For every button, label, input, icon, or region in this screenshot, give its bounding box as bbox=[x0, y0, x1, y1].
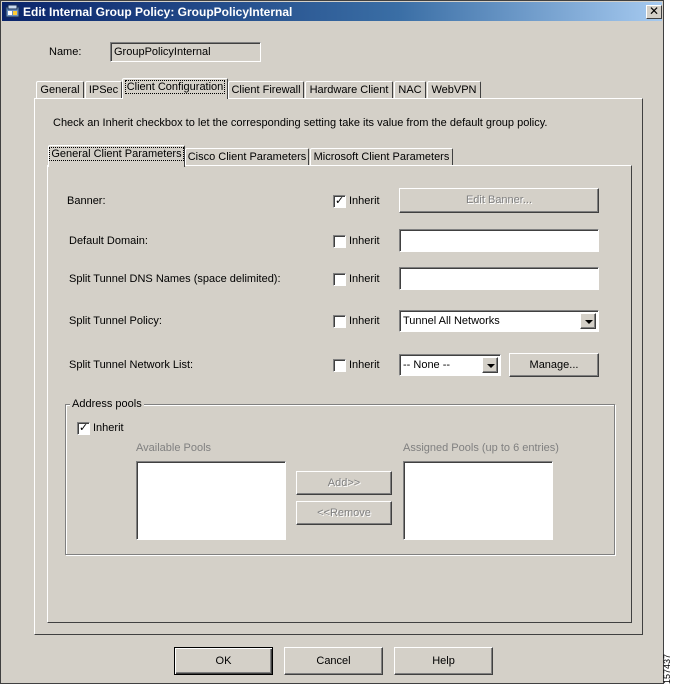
tab-general[interactable]: General bbox=[36, 81, 84, 99]
add-button[interactable]: Add>> bbox=[296, 471, 392, 495]
tab-ipsec[interactable]: IPSec bbox=[85, 81, 122, 99]
default-domain-inherit-checkbox[interactable] bbox=[333, 235, 346, 248]
chevron-down-icon bbox=[585, 320, 593, 324]
instruction-text: Check an Inherit checkbox to let the cor… bbox=[53, 117, 548, 129]
window-title: Edit Internal Group Policy: GroupPolicyI… bbox=[23, 5, 293, 19]
split-list-label: Split Tunnel Network List: bbox=[69, 359, 194, 371]
banner-label: Banner: bbox=[67, 195, 106, 207]
check-icon: ✓ bbox=[335, 194, 345, 207]
assigned-pools-label: Assigned Pools (up to 6 entries) bbox=[403, 442, 559, 454]
subtab-microsoft-client-parameters[interactable]: Microsoft Client Parameters bbox=[310, 148, 453, 166]
address-pools-legend: Address pools bbox=[70, 398, 144, 410]
tab-webvpn[interactable]: WebVPN bbox=[427, 81, 481, 99]
default-domain-inherit-label: Inherit bbox=[349, 235, 380, 247]
split-list-value: -- None -- bbox=[403, 359, 451, 371]
split-list-select[interactable]: -- None -- bbox=[399, 354, 501, 376]
assigned-pools-list[interactable] bbox=[403, 461, 553, 540]
figure-code-text: 157437 bbox=[662, 653, 673, 685]
split-policy-dropdown-button[interactable] bbox=[580, 313, 596, 329]
split-dns-inherit-label: Inherit bbox=[349, 273, 380, 285]
check-icon: ✓ bbox=[79, 421, 89, 434]
default-domain-label: Default Domain: bbox=[69, 235, 148, 247]
split-policy-select[interactable]: Tunnel All Networks bbox=[399, 310, 599, 332]
tab-client-configuration[interactable]: Client Configuration bbox=[122, 78, 228, 99]
close-icon: ✕ bbox=[648, 4, 660, 18]
title-bar[interactable]: Edit Internal Group Policy: GroupPolicyI… bbox=[2, 2, 662, 21]
tab-nac-label: NAC bbox=[398, 84, 422, 96]
split-dns-input[interactable] bbox=[399, 267, 599, 290]
tab-nac[interactable]: NAC bbox=[394, 81, 426, 99]
split-policy-value: Tunnel All Networks bbox=[403, 315, 500, 327]
subtab-cisco-client-parameters[interactable]: Cisco Client Parameters bbox=[185, 148, 309, 166]
available-pools-label: Available Pools bbox=[136, 442, 212, 454]
split-list-dropdown-button[interactable] bbox=[482, 357, 498, 373]
banner-inherit-checkbox[interactable]: ✓ bbox=[333, 194, 346, 208]
subtab-microsoft-label: Microsoft Client Parameters bbox=[313, 151, 450, 163]
banner-inherit-label: Inherit bbox=[349, 195, 380, 207]
subtab-general-label: General Client Parameters bbox=[49, 147, 184, 161]
help-button[interactable]: Help bbox=[394, 647, 493, 675]
tab-hardware-client-label: Hardware Client bbox=[309, 84, 389, 96]
split-policy-label: Split Tunnel Policy: bbox=[69, 315, 162, 327]
figure-code: 157437 bbox=[662, 650, 678, 690]
ok-button[interactable]: OK bbox=[174, 647, 273, 675]
split-dns-label: Split Tunnel DNS Names (space delimited)… bbox=[69, 273, 281, 285]
address-pools-inherit-label: Inherit bbox=[93, 422, 124, 434]
default-domain-input[interactable] bbox=[399, 229, 599, 252]
available-pools-list[interactable] bbox=[136, 461, 286, 540]
tab-general-label: General bbox=[40, 84, 80, 96]
split-list-inherit-checkbox[interactable] bbox=[333, 359, 346, 372]
split-list-inherit-label: Inherit bbox=[349, 359, 380, 371]
address-pools-inherit-checkbox[interactable]: ✓ bbox=[77, 421, 90, 435]
split-dns-inherit-checkbox[interactable] bbox=[333, 273, 346, 286]
subtab-cisco-label: Cisco Client Parameters bbox=[187, 151, 307, 163]
tab-client-firewall[interactable]: Client Firewall bbox=[228, 81, 304, 99]
name-label: Name: bbox=[49, 46, 82, 58]
name-field: GroupPolicyInternal bbox=[110, 42, 261, 62]
remove-button[interactable]: <<Remove bbox=[296, 501, 392, 525]
tab-ipsec-label: IPSec bbox=[88, 84, 119, 96]
split-policy-inherit-label: Inherit bbox=[349, 315, 380, 327]
tab-hardware-client[interactable]: Hardware Client bbox=[305, 81, 393, 99]
chevron-down-icon bbox=[487, 364, 495, 368]
tab-client-firewall-label: Client Firewall bbox=[231, 84, 301, 96]
subtab-general-client-parameters[interactable]: General Client Parameters bbox=[48, 145, 185, 167]
app-icon bbox=[5, 4, 20, 18]
cancel-button[interactable]: Cancel bbox=[284, 647, 383, 675]
edit-banner-button[interactable]: Edit Banner... bbox=[399, 188, 599, 213]
name-value: GroupPolicyInternal bbox=[114, 46, 211, 58]
close-button[interactable]: ✕ bbox=[646, 5, 662, 19]
tab-client-configuration-label: Client Configuration bbox=[124, 80, 226, 94]
tab-webvpn-label: WebVPN bbox=[431, 84, 477, 96]
split-policy-inherit-checkbox[interactable] bbox=[333, 315, 346, 328]
dialog-window: Edit Internal Group Policy: GroupPolicyI… bbox=[0, 0, 664, 684]
manage-button[interactable]: Manage... bbox=[509, 353, 599, 377]
